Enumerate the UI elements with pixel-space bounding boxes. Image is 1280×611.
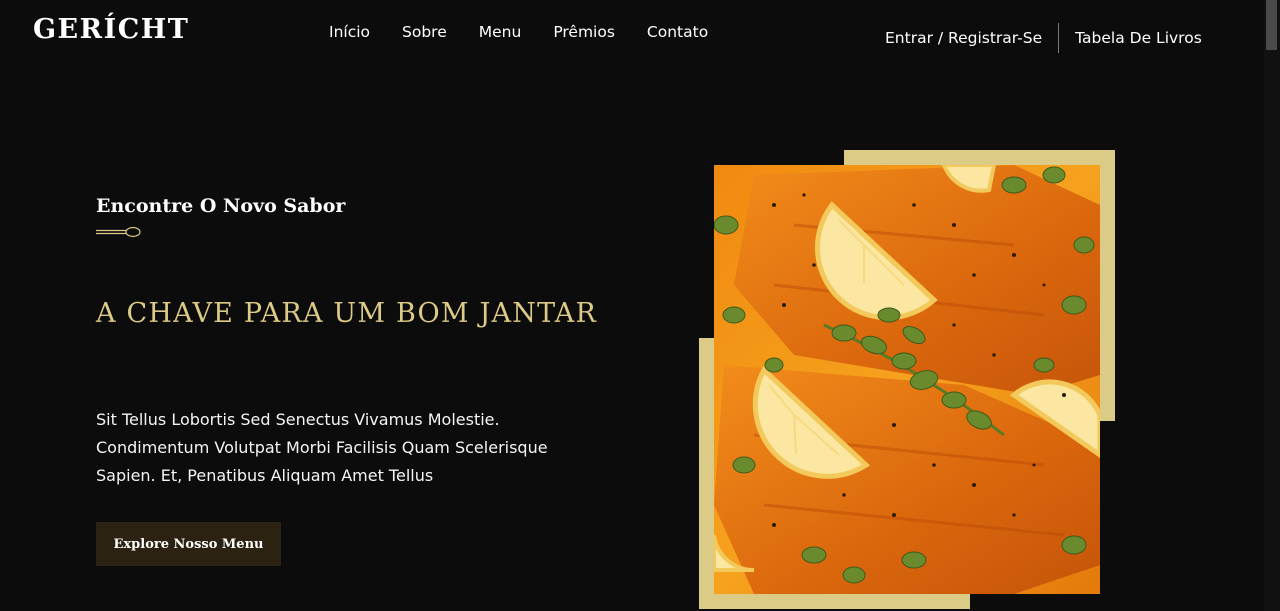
nav-link-premios[interactable]: Prêmios [553,23,615,41]
nav-item-sobre: Sobre [402,23,447,41]
nav-item-contato: Contato [647,23,708,41]
hero-title: A CHAVE PARA UM BOM JANTAR [96,298,598,329]
hero-subtitle: Encontre O Novo Sabor [96,195,346,217]
nav-item-premios: Prêmios [553,23,615,41]
nav-divider [1058,23,1060,53]
brand-logo[interactable]: GERÍCHT [33,14,189,45]
nav-actions: Entrar / Registrar-Se Tabela De Livros [885,23,1202,53]
nav-item-menu: Menu [479,23,522,41]
explore-menu-button[interactable]: Explore Nosso Menu [96,522,281,566]
salmon-dish-image [714,165,1100,594]
nav-item-inicio: Início [329,23,370,41]
nav-link-sobre[interactable]: Sobre [402,23,447,41]
nav-link-inicio[interactable]: Início [329,23,370,41]
spoon-icon [96,226,141,238]
book-table-link[interactable]: Tabela De Livros [1075,29,1202,47]
hero-description: Sit Tellus Lobortis Sed Senectus Vivamus… [96,410,548,485]
scrollbar-thumb[interactable] [1266,0,1277,50]
nav-link-menu[interactable]: Menu [479,23,522,41]
page-scrollbar[interactable] [1264,0,1280,611]
main-nav: Início Sobre Menu Prêmios Contato [329,23,708,41]
login-register-link[interactable]: Entrar / Registrar-Se [885,29,1042,47]
nav-link-contato[interactable]: Contato [647,23,708,41]
